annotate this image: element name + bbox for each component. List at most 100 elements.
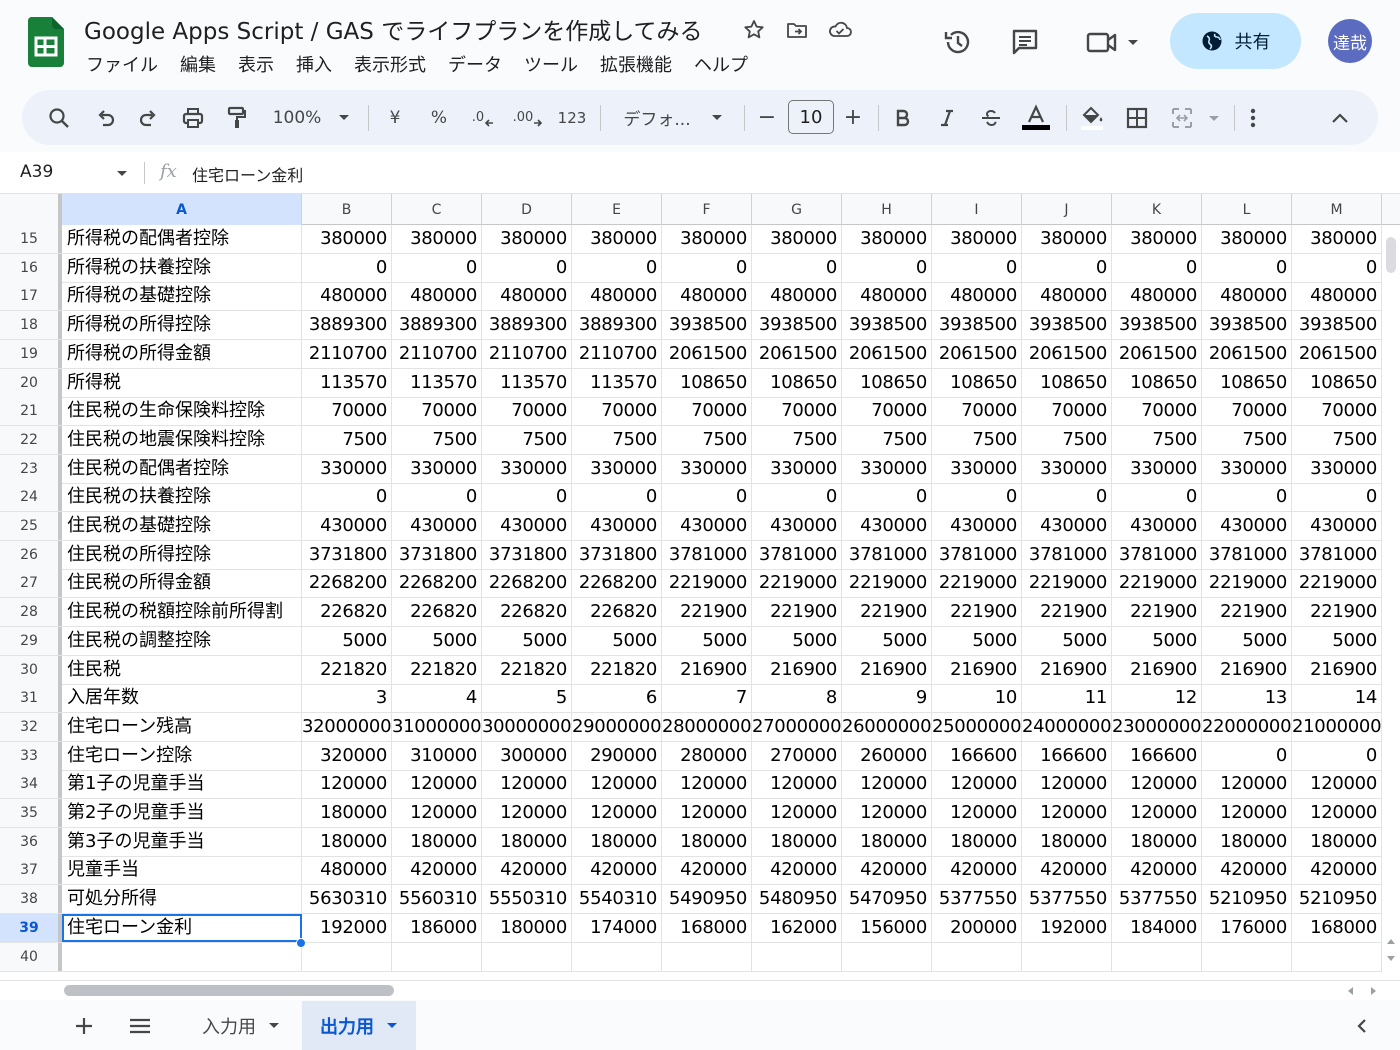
- cell-value[interactable]: 21000000: [1292, 712, 1382, 741]
- cell-value[interactable]: 9: [842, 684, 932, 713]
- cell-value[interactable]: 70000: [1022, 397, 1112, 426]
- cell-value[interactable]: 0: [1022, 253, 1112, 282]
- cell-value[interactable]: 480000: [302, 856, 392, 885]
- row-header[interactable]: 25: [0, 512, 62, 540]
- vertical-scrollbar[interactable]: [1382, 225, 1400, 980]
- cell-value[interactable]: 3938500: [1202, 311, 1292, 340]
- cell-value[interactable]: 25000000: [932, 712, 1022, 741]
- cell-value[interactable]: 5000: [1112, 626, 1202, 655]
- cell-value[interactable]: 166600: [1112, 741, 1202, 770]
- cell-value[interactable]: 0: [1292, 253, 1382, 282]
- cell-value[interactable]: 2061500: [662, 339, 752, 368]
- cell-value[interactable]: 5000: [932, 626, 1022, 655]
- cell-value[interactable]: 0: [932, 253, 1022, 282]
- cell-value[interactable]: 3781000: [1202, 540, 1292, 569]
- cell-value[interactable]: 28000000: [662, 712, 752, 741]
- sheet-tab-dropdown-icon[interactable]: [268, 1022, 280, 1030]
- cell-value[interactable]: 0: [1112, 253, 1202, 282]
- cell-value[interactable]: 290000: [572, 741, 662, 770]
- selection-fill-handle[interactable]: [296, 937, 306, 948]
- cell-value[interactable]: 2268200: [302, 569, 392, 598]
- cell-value[interactable]: [572, 942, 662, 971]
- cell-label[interactable]: 住民税の基礎控除: [62, 512, 302, 540]
- sheet-tab-output[interactable]: 出力用: [302, 1001, 416, 1050]
- cell-value[interactable]: 120000: [932, 799, 1022, 827]
- cell-value[interactable]: 108650: [1292, 368, 1382, 397]
- cell-label[interactable]: 入居年数: [62, 684, 302, 713]
- cell-value[interactable]: 113570: [302, 368, 392, 397]
- cell-label[interactable]: 住民税の生命保険料控除: [62, 397, 302, 426]
- cell-value[interactable]: 226820: [302, 598, 392, 627]
- cell-value[interactable]: 5490950: [662, 885, 752, 914]
- cell-value[interactable]: 0: [392, 483, 482, 512]
- bold-icon[interactable]: [888, 90, 918, 145]
- cell-label[interactable]: 住宅ローン金利: [62, 913, 302, 942]
- cell-value[interactable]: 2061500: [1292, 339, 1382, 368]
- cell-value[interactable]: 7500: [1112, 425, 1202, 454]
- sheets-logo-icon[interactable]: [28, 17, 64, 67]
- cell-value[interactable]: 166600: [932, 741, 1022, 770]
- cell-value[interactable]: 380000: [302, 225, 392, 253]
- cell-value[interactable]: 2219000: [842, 569, 932, 598]
- cell-value[interactable]: 380000: [572, 225, 662, 253]
- column-header-m[interactable]: M: [1292, 194, 1382, 225]
- cell-value[interactable]: 2219000: [1112, 569, 1202, 598]
- cell-value[interactable]: 0: [482, 483, 572, 512]
- comments-icon[interactable]: [1005, 22, 1045, 62]
- cell-value[interactable]: 8: [752, 684, 842, 713]
- cell-value[interactable]: 280000: [662, 741, 752, 770]
- cell-value[interactable]: 3781000: [842, 540, 932, 569]
- cell-value[interactable]: 430000: [482, 512, 572, 540]
- cell-label[interactable]: 第1子の児童手当: [62, 770, 302, 799]
- cell-value[interactable]: 430000: [752, 512, 842, 540]
- cell-value[interactable]: 430000: [662, 512, 752, 540]
- cell-value[interactable]: 3731800: [572, 540, 662, 569]
- cell-value[interactable]: 2219000: [1202, 569, 1292, 598]
- cell-label[interactable]: 所得税: [62, 368, 302, 397]
- cell-value[interactable]: 120000: [1112, 770, 1202, 799]
- cell-value[interactable]: 113570: [572, 368, 662, 397]
- cell-value[interactable]: [1292, 942, 1382, 971]
- row-header[interactable]: 29: [0, 626, 62, 655]
- cell-value[interactable]: 0: [842, 253, 932, 282]
- cell-value[interactable]: 0: [842, 483, 932, 512]
- cell-value[interactable]: 113570: [392, 368, 482, 397]
- row-header[interactable]: 38: [0, 885, 62, 914]
- cell-value[interactable]: 5000: [662, 626, 752, 655]
- cell-value[interactable]: 0: [932, 483, 1022, 512]
- cell-value[interactable]: 2110700: [392, 339, 482, 368]
- cell-value[interactable]: 3731800: [302, 540, 392, 569]
- document-title[interactable]: Google Apps Script / GAS でライフプランを作成してみる: [84, 12, 703, 46]
- cell-value[interactable]: 120000: [1022, 770, 1112, 799]
- cell-value[interactable]: 420000: [1292, 856, 1382, 885]
- redo-icon[interactable]: [132, 90, 166, 145]
- cell-value[interactable]: 192000: [1022, 913, 1112, 942]
- cell-value[interactable]: 5377550: [1022, 885, 1112, 914]
- cell-value[interactable]: 430000: [1022, 512, 1112, 540]
- cell-value[interactable]: 480000: [842, 282, 932, 311]
- cell-value[interactable]: 221820: [392, 655, 482, 684]
- percent-format-button[interactable]: %: [422, 90, 456, 145]
- font-size-increase-button[interactable]: +: [840, 90, 866, 145]
- cell-value[interactable]: 70000: [1202, 397, 1292, 426]
- cell-value[interactable]: 5000: [1022, 626, 1112, 655]
- cell-value[interactable]: 420000: [932, 856, 1022, 885]
- more-options-icon[interactable]: [1238, 90, 1268, 145]
- cell-value[interactable]: 7500: [1292, 425, 1382, 454]
- cell-value[interactable]: 120000: [1202, 770, 1292, 799]
- zoom-dropdown-icon[interactable]: [332, 90, 356, 145]
- cell-value[interactable]: 5000: [1202, 626, 1292, 655]
- column-header-i[interactable]: I: [932, 194, 1022, 225]
- cell-value[interactable]: 108650: [752, 368, 842, 397]
- cell-value[interactable]: 7500: [662, 425, 752, 454]
- cell-value[interactable]: 31000000: [392, 712, 482, 741]
- cell-value[interactable]: 216900: [662, 655, 752, 684]
- cell-value[interactable]: 420000: [482, 856, 572, 885]
- cell-value[interactable]: 330000: [572, 454, 662, 483]
- cell-value[interactable]: 3889300: [482, 311, 572, 340]
- cell-value[interactable]: 0: [1022, 483, 1112, 512]
- cell-label[interactable]: 所得税の配偶者控除: [62, 225, 302, 253]
- cell-value[interactable]: 174000: [572, 913, 662, 942]
- cell-value[interactable]: 120000: [752, 770, 842, 799]
- cell-value[interactable]: 32000000: [302, 712, 392, 741]
